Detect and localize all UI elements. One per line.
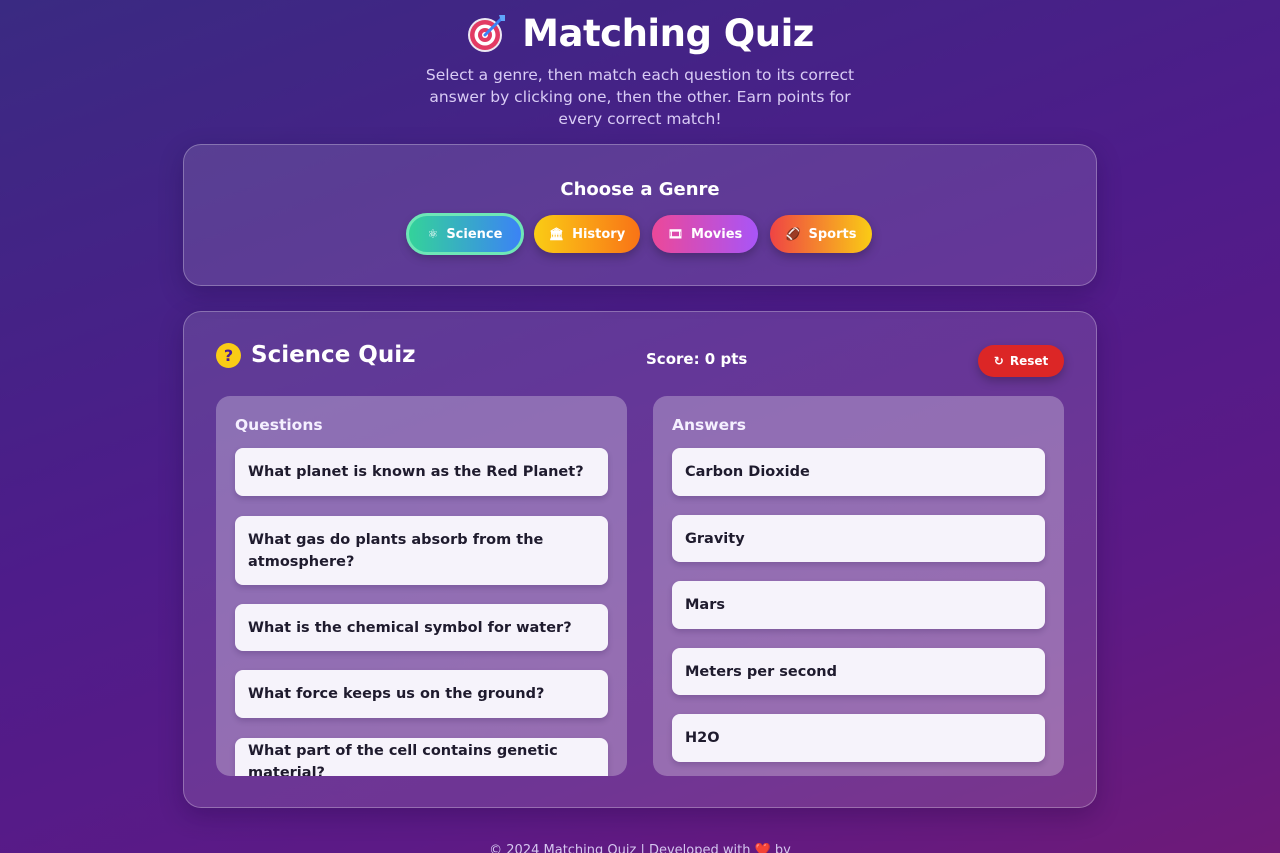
answers-title: Answers bbox=[672, 416, 746, 434]
reset-button[interactable]: ↻ Reset bbox=[978, 345, 1064, 377]
answer-card[interactable]: H2O bbox=[672, 714, 1045, 762]
genre-button-sports[interactable]: 🏈 Sports bbox=[770, 215, 872, 253]
page-header: Matching Quiz Select a genre, then match… bbox=[0, 10, 1280, 130]
quiz-panel: ? Science Quiz Score: 0 pts ↻ Reset Ques… bbox=[183, 311, 1097, 808]
dart-target-icon bbox=[468, 15, 506, 52]
genre-panel-title: Choose a Genre bbox=[560, 179, 720, 200]
answer-card[interactable]: Meters per second bbox=[672, 648, 1045, 695]
page-subtitle: Select a genre, then match each question… bbox=[425, 66, 855, 128]
atom-icon: ⚛ bbox=[427, 227, 439, 241]
answers-column: Answers Carbon Dioxide Gravity Mars Mete… bbox=[653, 396, 1064, 776]
title-row: Matching Quiz bbox=[0, 10, 1280, 56]
questions-column: Questions What planet is known as the Re… bbox=[216, 396, 627, 776]
genre-label: Sports bbox=[808, 226, 857, 242]
genre-panel: Choose a Genre ⚛ Science 🏛 History 🎞 Mov… bbox=[183, 144, 1097, 286]
quiz-header: ? Science Quiz bbox=[216, 342, 416, 368]
landmark-icon: 🏛 bbox=[548, 227, 565, 241]
football-icon: 🏈 bbox=[785, 227, 801, 241]
genre-label: Movies bbox=[690, 226, 743, 242]
answer-card[interactable]: Gravity bbox=[672, 515, 1045, 562]
genre-button-science[interactable]: ⚛ Science bbox=[406, 213, 524, 255]
reset-label: Reset bbox=[1009, 354, 1049, 368]
questions-list: What planet is known as the Red Planet? … bbox=[235, 448, 608, 776]
score-display: Score: 0 pts bbox=[646, 350, 748, 368]
question-card[interactable]: What force keeps us on the ground? bbox=[235, 670, 608, 718]
answers-list: Carbon Dioxide Gravity Mars Meters per s… bbox=[672, 448, 1045, 762]
questions-title: Questions bbox=[235, 416, 323, 434]
answer-card[interactable]: Mars bbox=[672, 581, 1045, 629]
question-card[interactable]: What gas do plants absorb from the atmos… bbox=[235, 516, 608, 585]
question-card[interactable]: What part of the cell contains genetic m… bbox=[235, 738, 608, 776]
genre-label: Science bbox=[446, 226, 503, 242]
film-icon: 🎞 bbox=[667, 227, 683, 241]
genre-label: History bbox=[572, 226, 626, 242]
answer-card[interactable]: Carbon Dioxide bbox=[672, 448, 1045, 496]
question-card[interactable]: What is the chemical symbol for water? bbox=[235, 604, 608, 651]
page-title: Matching Quiz bbox=[522, 11, 814, 55]
genre-button-history[interactable]: 🏛 History bbox=[534, 215, 640, 253]
genre-buttons: ⚛ Science 🏛 History 🎞 Movies 🏈 Sports bbox=[184, 213, 1096, 255]
redo-icon: ↻ bbox=[993, 354, 1004, 368]
genre-button-movies[interactable]: 🎞 Movies bbox=[652, 215, 758, 253]
quiz-title: Science Quiz bbox=[251, 342, 416, 368]
footer: © 2024 Matching Quiz | Developed with ❤️… bbox=[489, 843, 791, 853]
question-card[interactable]: What planet is known as the Red Planet? bbox=[235, 448, 608, 496]
question-circle-icon: ? bbox=[216, 342, 241, 368]
